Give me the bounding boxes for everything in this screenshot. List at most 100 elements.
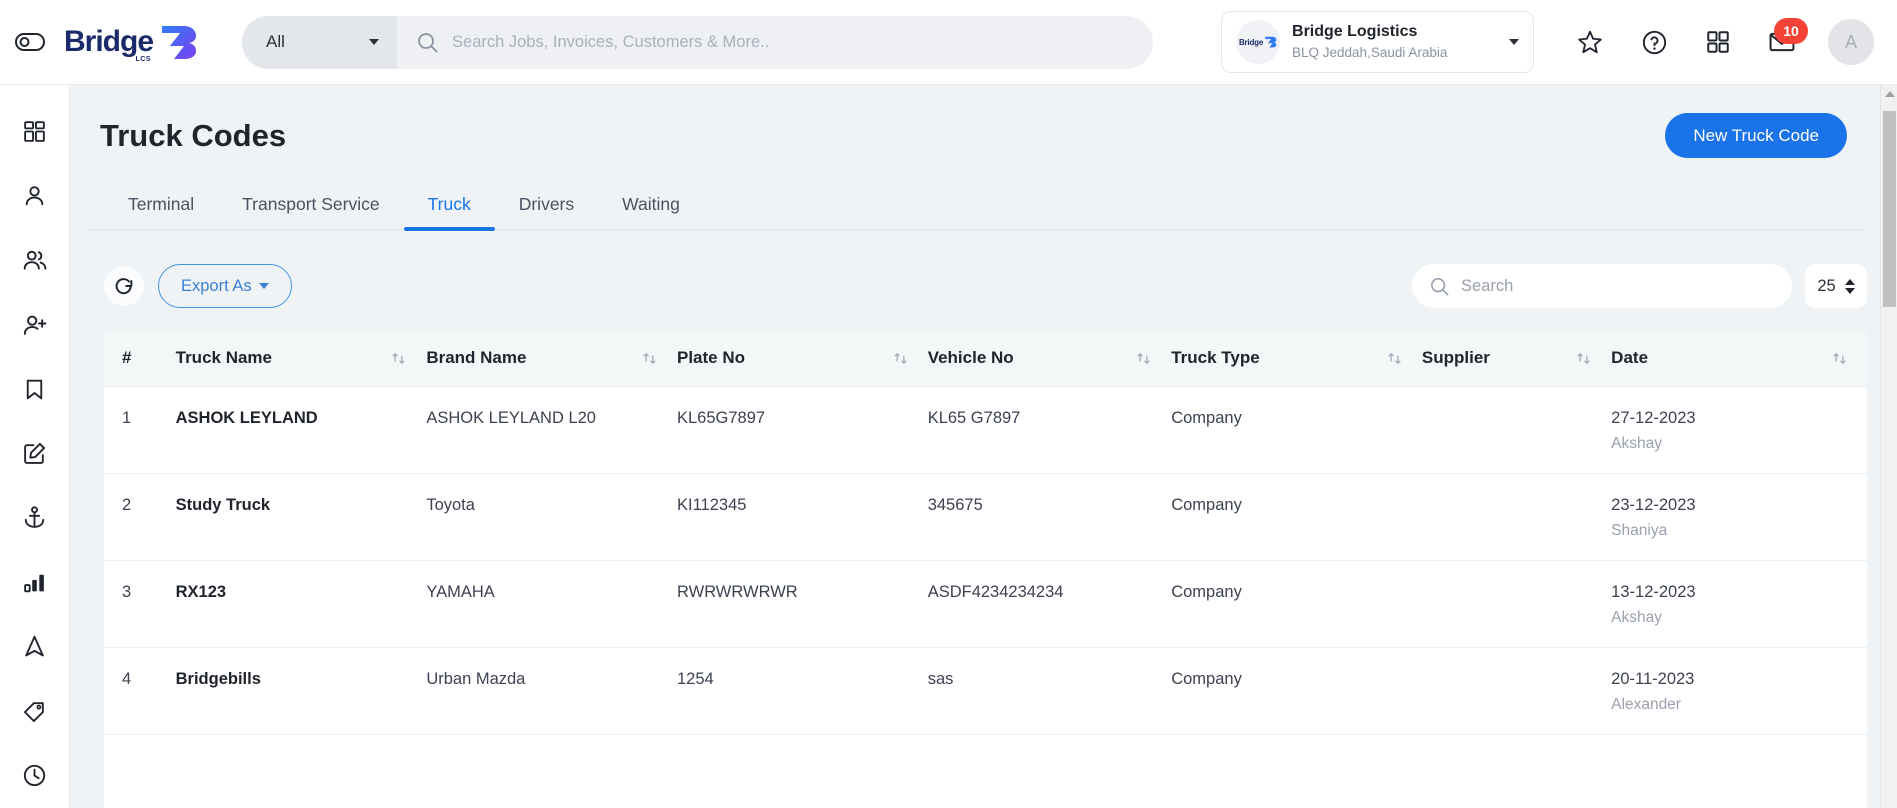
page-scrollbar[interactable] [1880,85,1897,808]
main-content: Truck Codes New Truck Code Terminal Tran… [70,85,1897,808]
sidebar [0,85,70,808]
apps-button[interactable] [1686,10,1750,74]
tab-drivers[interactable]: Drivers [495,194,598,229]
cell-vehicle-no: sas [927,647,1172,735]
sidebar-item-shipping[interactable] [0,486,70,550]
column-header-brand-name-label: Brand Name [426,348,527,367]
column-header-supplier[interactable]: Supplier [1421,330,1612,387]
page-size-select[interactable]: 25 [1805,264,1867,308]
sidebar-item-customers[interactable] [0,228,70,292]
search-category-select[interactable]: All [242,15,398,69]
chevron-down-icon[interactable] [1509,39,1520,45]
table-row[interactable]: 2 Study Truck Toyota KI112345 345675 Com… [104,473,1867,561]
search-icon [418,32,438,52]
sidebar-item-tracking[interactable] [0,615,70,679]
cell-truck-type [1171,734,1422,808]
sidebar-item-profile[interactable] [0,163,70,227]
column-header-supplier-label: Supplier [1421,348,1490,367]
tab-bar: Terminal Transport Service Truck Drivers… [88,194,1867,231]
column-header-index: # [104,330,176,387]
sidebar-item-codes[interactable] [0,679,70,743]
table-row[interactable] [104,734,1867,808]
sort-updown-icon [1388,352,1401,364]
column-header-date[interactable]: Date [1611,330,1867,387]
cell-date-author: Alexander [1611,696,1681,713]
column-header-plate-no[interactable]: Plate No [677,330,928,387]
sidebar-item-dashboard[interactable] [0,99,70,163]
dashboard-grid-icon [24,120,45,142]
export-as-button[interactable]: Export As [158,264,292,308]
cell-index: 1 [104,386,176,474]
sidebar-item-edit[interactable] [0,421,70,485]
sidebar-item-bookmarks[interactable] [0,357,70,421]
column-header-brand-name[interactable]: Brand Name [426,330,677,387]
brand-subtext: LCS [135,56,152,63]
favorites-button[interactable] [1558,10,1622,74]
sidebar-item-history[interactable] [0,744,70,808]
organization-avatar-word: Bridge [1238,37,1264,47]
column-header-truck-name[interactable]: Truck Name [175,330,427,387]
table-toolbar: Export As 25 [104,264,1867,308]
chevron-down-icon [369,39,380,45]
cell-date: 23-12-2023 Shaniya [1611,473,1867,561]
sidebar-item-add-user[interactable] [0,292,70,356]
sidebar-toggle-button[interactable] [0,33,60,51]
table-search [1412,264,1792,308]
navigation-icon [25,636,44,657]
brand-wordmark: Bridge LCS [64,25,154,63]
user-icon [25,186,44,206]
clock-icon [23,765,46,787]
help-icon [1642,30,1666,54]
table-row[interactable]: 4 Bridgebills Urban Mazda 1254 sas Compa… [104,647,1867,735]
tab-terminal[interactable]: Terminal [104,194,218,229]
cell-vehicle-no: 345675 [927,473,1172,561]
column-header-truck-type[interactable]: Truck Type [1171,330,1422,387]
new-truck-code-button[interactable]: New Truck Code [1665,113,1847,158]
cell-supplier [1421,560,1612,648]
tab-waiting[interactable]: Waiting [598,194,704,229]
user-add-icon [23,315,46,335]
scrollbar-up-button[interactable] [1881,85,1897,102]
cell-truck-type: Company [1171,473,1422,561]
cell-supplier [1421,386,1612,474]
search-input[interactable] [1461,276,1774,296]
cell-index: 2 [104,473,176,561]
cell-truck-type: Company [1171,386,1422,474]
messages-button[interactable]: 10 [1750,10,1814,74]
brand-mark-icon [162,26,197,59]
users-icon [23,250,46,270]
refresh-icon [115,278,133,295]
help-button[interactable] [1622,10,1686,74]
column-header-truck-type-label: Truck Type [1171,348,1260,367]
sort-updown-icon [392,352,405,364]
table-row[interactable]: 3 RX123 YAMAHA RWRWRWRWR ASDF4234234234 … [104,560,1867,648]
cell-plate-no: KL65G7897 [677,386,928,474]
column-header-index-label: # [122,348,132,367]
tab-transport-service[interactable]: Transport Service [218,194,403,229]
avatar-initial: A [1845,31,1858,52]
message-count-badge: 10 [1774,18,1809,44]
cell-brand-name: Toyota [426,473,677,561]
cell-index: 4 [104,647,176,735]
cell-truck-type: Company [1171,647,1422,735]
brand-logo[interactable]: Bridge LCS [64,24,198,63]
avatar[interactable]: A [1828,19,1875,65]
tag-icon [23,702,44,722]
search-category-value: All [266,32,285,51]
table-row[interactable]: 1 ASHOK LEYLAND ASHOK LEYLAND L20 KL65G7… [104,386,1867,474]
organization-selector[interactable]: Bridge Bridge Logistics BLQ Jeddah,Saudi… [1221,11,1535,73]
tab-truck[interactable]: Truck [403,194,495,231]
scrollbar-thumb[interactable] [1883,111,1896,307]
edit-square-icon [24,442,46,464]
cell-date: 27-12-2023 Akshay [1611,386,1867,474]
column-header-vehicle-no[interactable]: Vehicle No [927,330,1172,387]
refresh-button[interactable] [104,266,144,306]
sort-updown-icon [1137,352,1150,364]
cell-vehicle-no: ASDF4234234234 [927,560,1172,648]
top-bar: Bridge LCS All Bridge [0,0,1897,85]
global-search-input[interactable] [452,32,1154,52]
search-icon [1430,277,1449,295]
sidebar-item-reports[interactable] [0,550,70,614]
sort-updown-icon [1577,352,1590,364]
cell-vehicle-no [927,734,1172,808]
